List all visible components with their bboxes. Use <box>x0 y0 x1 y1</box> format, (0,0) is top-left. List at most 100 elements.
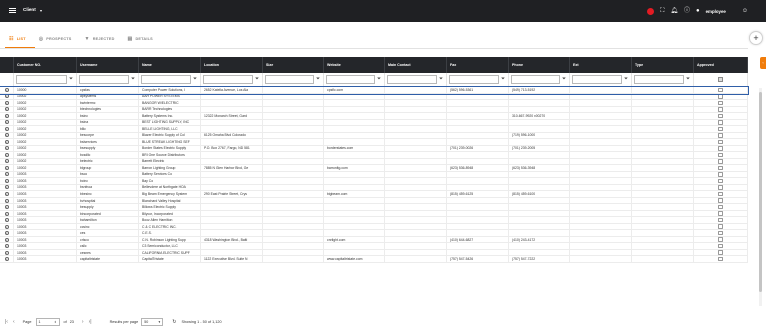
help-icon[interactable]: ⓘ <box>684 8 690 14</box>
approved-checkbox[interactable] <box>694 184 748 191</box>
expand-row-icon[interactable]: › <box>0 184 14 191</box>
filter-input-customer-no[interactable] <box>16 75 67 84</box>
next-page-icon[interactable]: › <box>82 319 84 325</box>
approved-checkbox[interactable] <box>694 87 748 93</box>
first-page-icon[interactable]: |‹ <box>5 319 8 325</box>
tab-prospects[interactable]: ◎ PROSPECTS <box>35 30 81 48</box>
approved-checkbox[interactable] <box>694 249 748 256</box>
stepper-icon[interactable]: ⬍ <box>54 320 57 324</box>
approved-checkbox[interactable] <box>694 171 748 178</box>
approved-checkbox[interactable] <box>694 197 748 204</box>
filter-input-main-contact[interactable] <box>387 75 437 84</box>
expand-row-icon[interactable]: › <box>0 158 14 165</box>
filter-input-type[interactable] <box>634 75 684 84</box>
user-icon[interactable]: ● <box>696 8 700 14</box>
expand-row-icon[interactable]: › <box>0 236 14 243</box>
filter-icon[interactable]: ⏷ <box>130 75 136 84</box>
expand-row-icon[interactable]: › <box>0 210 14 217</box>
filter-icon[interactable]: ⏷ <box>561 75 567 84</box>
filter-icon[interactable]: ⏷ <box>68 75 74 84</box>
approved-checkbox[interactable] <box>694 126 748 132</box>
last-page-icon[interactable]: ›| <box>89 319 92 325</box>
per-page-select[interactable]: 50 ▾ <box>141 318 164 326</box>
expand-row-icon[interactable]: › <box>0 165 14 171</box>
expand-row-icon[interactable]: › <box>0 204 14 210</box>
table-row[interactable]: › 10003 capitaltristate CapitalTristate 1122… <box>0 256 748 263</box>
column-header-type[interactable]: Type <box>632 57 694 73</box>
add-button[interactable]: + <box>749 31 763 45</box>
expand-row-icon[interactable]: › <box>0 93 14 100</box>
tab-rejected[interactable]: ▼ REJECTED <box>81 30 124 48</box>
filter-input-username[interactable] <box>79 75 129 84</box>
approved-checkbox[interactable] <box>694 178 748 184</box>
expand-row-icon[interactable]: › <box>0 100 14 106</box>
expand-row-icon[interactable]: › <box>0 152 14 158</box>
chat-icon[interactable]: ☺ <box>742 8 748 14</box>
expand-row-icon[interactable]: › <box>0 132 14 139</box>
scrollbar-thumb[interactable] <box>759 92 762 292</box>
column-header-location[interactable]: Location <box>201 57 263 73</box>
filter-icon[interactable]: ⏷ <box>685 75 691 84</box>
expand-row-icon[interactable]: › <box>0 171 14 178</box>
approved-checkbox[interactable] <box>694 230 748 236</box>
refresh-icon[interactable]: ↻ <box>172 319 176 325</box>
expand-row-icon[interactable]: › <box>0 249 14 256</box>
expand-row-icon[interactable]: › <box>0 119 14 126</box>
approved-checkbox[interactable] <box>694 210 748 217</box>
filter-input-location[interactable] <box>203 75 253 84</box>
approved-checkbox[interactable] <box>694 256 748 262</box>
filter-icon[interactable]: ⏷ <box>192 75 198 84</box>
filter-input-phone[interactable] <box>511 75 560 84</box>
filter-input-fax[interactable] <box>449 75 499 84</box>
fullscreen-icon[interactable]: ⛶ <box>660 8 664 14</box>
filter-icon[interactable]: ⏷ <box>438 75 444 84</box>
approved-checkbox[interactable] <box>694 100 748 106</box>
approved-checkbox[interactable] <box>694 132 748 139</box>
approved-checkbox[interactable] <box>694 139 748 145</box>
expand-row-icon[interactable]: › <box>0 230 14 236</box>
filter-input-name[interactable] <box>141 75 191 84</box>
filter-input-ext[interactable] <box>572 75 622 84</box>
filter-icon[interactable]: ⏷ <box>500 75 506 84</box>
column-header-website[interactable]: Website <box>324 57 385 73</box>
approved-checkbox[interactable] <box>694 217 748 223</box>
prev-page-icon[interactable]: ‹ <box>13 319 15 325</box>
approved-checkbox[interactable] <box>694 93 748 100</box>
column-header-fax[interactable]: Fax <box>447 57 509 73</box>
filter-icon[interactable]: ⏷ <box>254 75 260 84</box>
tab-details[interactable]: ▤ DETAILS <box>124 30 162 48</box>
approved-checkbox[interactable] <box>694 243 748 249</box>
approved-checkbox[interactable] <box>694 236 748 243</box>
expand-row-icon[interactable]: › <box>0 139 14 145</box>
expand-row-icon[interactable]: › <box>0 197 14 204</box>
menu-icon[interactable] <box>9 8 16 13</box>
column-header-name[interactable]: Name <box>139 57 201 73</box>
approved-checkbox[interactable] <box>694 204 748 210</box>
approved-checkbox[interactable] <box>694 119 748 126</box>
expand-row-icon[interactable]: › <box>0 126 14 132</box>
expand-row-icon[interactable]: › <box>0 106 14 113</box>
approved-filter-checkbox[interactable] <box>718 77 723 82</box>
column-header-customer-no[interactable]: Customer NO. <box>14 57 77 73</box>
filter-icon[interactable]: ⏷ <box>623 75 629 84</box>
approved-checkbox[interactable] <box>694 113 748 119</box>
expand-row-icon[interactable]: › <box>0 256 14 262</box>
side-panel-toggle[interactable]: ‹ <box>760 57 766 69</box>
expand-row-icon[interactable]: › <box>0 178 14 184</box>
expand-row-icon[interactable]: › <box>0 223 14 230</box>
expand-row-icon[interactable]: › <box>0 217 14 223</box>
filter-icon[interactable]: ⏷ <box>376 75 382 84</box>
user-name[interactable]: employee <box>706 9 726 14</box>
expand-row-icon[interactable]: › <box>0 145 14 152</box>
expand-row-icon[interactable]: › <box>0 243 14 249</box>
approved-checkbox[interactable] <box>694 158 748 165</box>
column-header-ext[interactable]: Ext <box>570 57 632 73</box>
client-selector-label[interactable]: Client <box>23 7 36 12</box>
chevron-down-icon[interactable]: ▾ <box>40 8 42 13</box>
tab-list[interactable]: ☷ LIST <box>5 30 35 48</box>
expand-row-icon[interactable]: › <box>0 113 14 119</box>
approved-checkbox[interactable] <box>694 165 748 171</box>
filter-icon[interactable]: ⏷ <box>315 75 321 84</box>
column-header-approved[interactable]: Approved <box>694 57 748 73</box>
approved-checkbox[interactable] <box>694 106 748 113</box>
